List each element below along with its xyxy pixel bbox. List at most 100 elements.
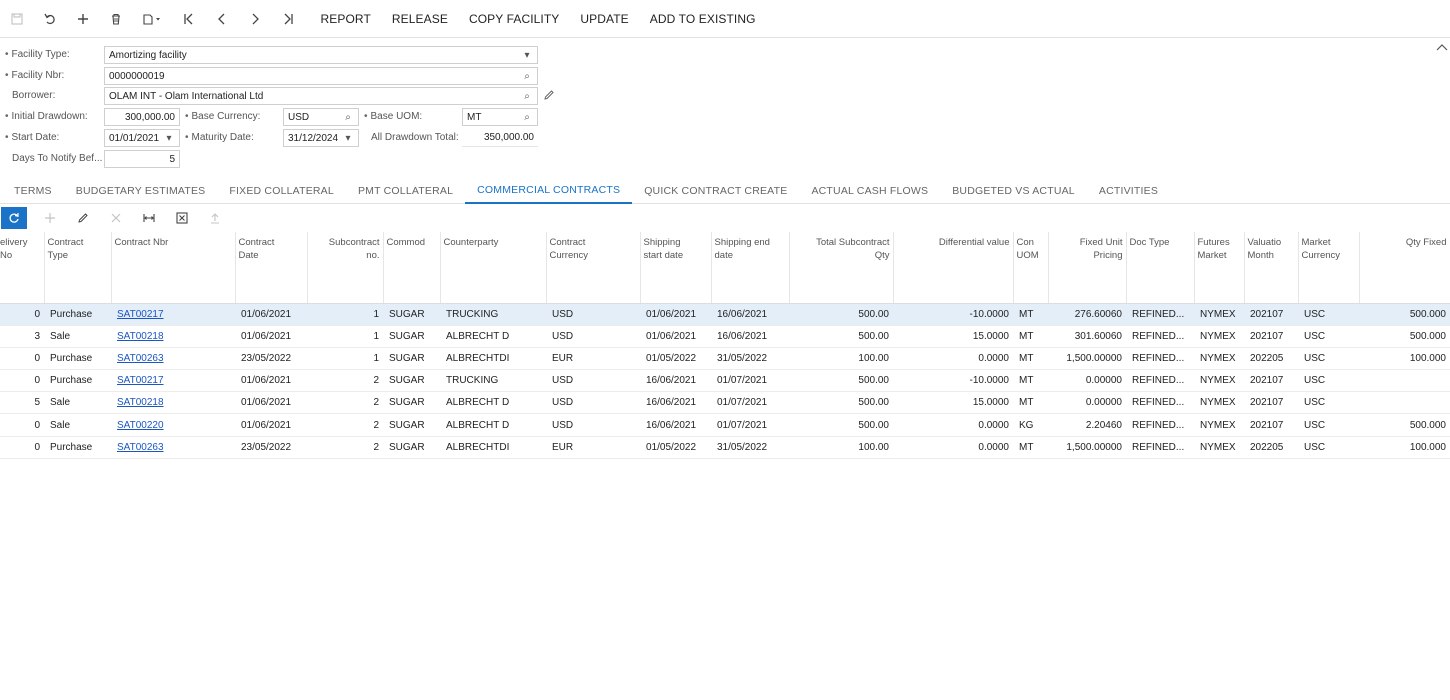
cell-delivery-no[interactable]: 0	[0, 347, 44, 371]
cell-valuation-month[interactable]: 202107	[1244, 369, 1298, 393]
cell-contract-date[interactable]: 01/06/2021	[235, 369, 307, 393]
cell-commodity[interactable]: SUGAR	[383, 391, 440, 415]
cell-shipping-end-date[interactable]: 31/05/2022	[711, 347, 789, 371]
cell-futures-market[interactable]: NYMEX	[1194, 347, 1244, 371]
cell-differential-value[interactable]: -10.0000	[893, 303, 1013, 326]
cell-differential-value[interactable]: 15.0000	[893, 325, 1013, 348]
cell-doc-type[interactable]: REFINED...	[1126, 303, 1194, 326]
cell-futures-market[interactable]: NYMEX	[1194, 391, 1244, 415]
tab-actual-cash-flows[interactable]: ACTUAL CASH FLOWS	[799, 178, 940, 204]
cell-market-currency[interactable]: USC	[1298, 413, 1359, 437]
tab-terms[interactable]: TERMS	[0, 178, 64, 204]
contract-nbr-link[interactable]: SAT00220	[117, 420, 164, 431]
cell-differential-value[interactable]: 15.0000	[893, 391, 1013, 415]
cell-market-currency[interactable]: USC	[1298, 303, 1359, 326]
table-row[interactable]: 3 Sale SAT00218 01/06/2021 1 SUGAR ALBRECHT DU…	[0, 325, 1450, 348]
cell-delivery-no[interactable]: 5	[0, 391, 44, 415]
cell-contract-date[interactable]: 01/06/2021	[235, 413, 307, 437]
col-counterparty[interactable]: Counterparty	[440, 232, 547, 304]
cell-shipping-end-date[interactable]: 16/06/2021	[711, 303, 789, 326]
search-icon[interactable]: ⌕	[521, 91, 533, 102]
export-excel-icon[interactable]	[165, 207, 198, 229]
cell-qty-fixed[interactable]	[1359, 369, 1450, 393]
cell-contract-currency[interactable]: USD	[546, 325, 640, 348]
cell-contract-date[interactable]: 01/06/2021	[235, 325, 307, 348]
borrower-field[interactable]: OLAM INT - Olam International Ltd ⌕	[104, 87, 538, 105]
cell-counterparty[interactable]: ALBRECHTDI	[440, 347, 546, 371]
cell-qty-fixed[interactable]	[1359, 391, 1450, 415]
col-differential-value[interactable]: Differential value	[893, 232, 1014, 304]
cell-valuation-month[interactable]: 202107	[1244, 303, 1298, 326]
add-row-icon[interactable]	[33, 207, 66, 229]
cell-fixed-unit-pricing[interactable]: 1,500.00000	[1048, 347, 1126, 371]
col-contract-uom[interactable]: Con UOM	[1013, 232, 1049, 304]
col-futures-market[interactable]: Futures Market	[1194, 232, 1245, 304]
cell-valuation-month[interactable]: 202205	[1244, 436, 1298, 459]
cell-subcontract-no[interactable]: 1	[307, 303, 383, 326]
contract-nbr-link[interactable]: SAT00263	[117, 442, 164, 453]
save-icon[interactable]	[0, 2, 33, 36]
cell-fixed-unit-pricing[interactable]: 276.60060	[1048, 303, 1126, 326]
cell-futures-market[interactable]: NYMEX	[1194, 413, 1244, 437]
cell-counterparty[interactable]: ALBRECHTDI	[440, 436, 546, 459]
cell-contract-currency[interactable]: EUR	[546, 436, 640, 459]
cell-shipping-start-date[interactable]: 01/05/2022	[640, 347, 711, 371]
col-doc-type[interactable]: Doc Type	[1126, 232, 1195, 304]
cell-futures-market[interactable]: NYMEX	[1194, 369, 1244, 393]
cell-contract-type[interactable]: Sale	[44, 391, 111, 415]
cell-differential-value[interactable]: 0.0000	[893, 347, 1013, 371]
cell-fixed-unit-pricing[interactable]: 0.00000	[1048, 369, 1126, 393]
cell-total-subcontract-qty[interactable]: 100.00	[789, 347, 893, 371]
cell-market-currency[interactable]: USC	[1298, 436, 1359, 459]
tab-commercial-contracts[interactable]: COMMERCIAL CONTRACTS	[465, 178, 633, 204]
facility-type-select[interactable]: Amortizing facility ▾	[104, 46, 538, 64]
col-market-currency[interactable]: Market Currency	[1298, 232, 1360, 304]
table-row[interactable]: 0 Purchase SAT00217 01/06/2021 2 SUGAR TRUCKIN…	[0, 369, 1450, 393]
cell-fixed-unit-pricing[interactable]: 1,500.00000	[1048, 436, 1126, 459]
cell-contract-date[interactable]: 23/05/2022	[235, 347, 307, 371]
cell-qty-fixed[interactable]: 100.000	[1359, 436, 1450, 459]
cell-futures-market[interactable]: NYMEX	[1194, 325, 1244, 348]
contract-nbr-link[interactable]: SAT00217	[117, 375, 164, 386]
col-contract-date[interactable]: Contract Date	[235, 232, 308, 304]
cell-contract-type[interactable]: Sale	[44, 325, 111, 348]
search-icon[interactable]: ⌕	[521, 71, 533, 82]
cell-commodity[interactable]: SUGAR	[383, 303, 440, 326]
add-icon[interactable]	[66, 2, 99, 36]
cell-market-currency[interactable]: USC	[1298, 347, 1359, 371]
cell-delivery-no[interactable]: 0	[0, 413, 44, 437]
fit-columns-icon[interactable]	[132, 207, 165, 229]
table-row[interactable]: 0 Purchase SAT00217 01/06/2021 1 SUGAR TRUCKIN…	[0, 303, 1450, 326]
cell-contract-uom[interactable]: MT	[1013, 369, 1048, 393]
delete-row-icon[interactable]	[99, 207, 132, 229]
cell-contract-uom[interactable]: MT	[1013, 391, 1048, 415]
cell-differential-value[interactable]: 0.0000	[893, 436, 1013, 459]
cell-contract-type[interactable]: Purchase	[44, 347, 111, 371]
tab-budgetary-estimates[interactable]: BUDGETARY ESTIMATES	[64, 178, 218, 204]
days-to-notify-field[interactable]: 5	[104, 150, 180, 168]
base-uom-field[interactable]: MT ⌕	[462, 108, 538, 126]
release-button[interactable]: RELEASE	[381, 2, 458, 36]
edit-icon[interactable]	[66, 207, 99, 229]
cell-counterparty[interactable]: ALBRECHT D	[440, 325, 546, 348]
cell-market-currency[interactable]: USC	[1298, 369, 1359, 393]
facility-nbr-field[interactable]: 0000000019 ⌕	[104, 67, 538, 85]
cell-contract-currency[interactable]: USD	[546, 391, 640, 415]
delete-icon[interactable]	[99, 2, 132, 36]
cell-contract-type[interactable]: Sale	[44, 413, 111, 437]
cell-valuation-month[interactable]: 202107	[1244, 391, 1298, 415]
initial-drawdown-field[interactable]: 300,000.00	[104, 108, 180, 126]
contract-nbr-link[interactable]: SAT00218	[117, 397, 164, 408]
cell-contract-uom[interactable]: MT	[1013, 303, 1048, 326]
cell-total-subcontract-qty[interactable]: 500.00	[789, 369, 893, 393]
cell-doc-type[interactable]: REFINED...	[1126, 413, 1194, 437]
cell-doc-type[interactable]: REFINED...	[1126, 436, 1194, 459]
cell-contract-uom[interactable]: MT	[1013, 325, 1048, 348]
cell-qty-fixed[interactable]: 500.000	[1359, 325, 1450, 348]
cell-shipping-start-date[interactable]: 16/06/2021	[640, 369, 711, 393]
cell-contract-date[interactable]: 01/06/2021	[235, 391, 307, 415]
cell-shipping-start-date[interactable]: 01/05/2022	[640, 436, 711, 459]
cell-shipping-end-date[interactable]: 16/06/2021	[711, 325, 789, 348]
tab-activities[interactable]: ACTIVITIES	[1087, 178, 1170, 204]
cell-qty-fixed[interactable]: 100.000	[1359, 347, 1450, 371]
